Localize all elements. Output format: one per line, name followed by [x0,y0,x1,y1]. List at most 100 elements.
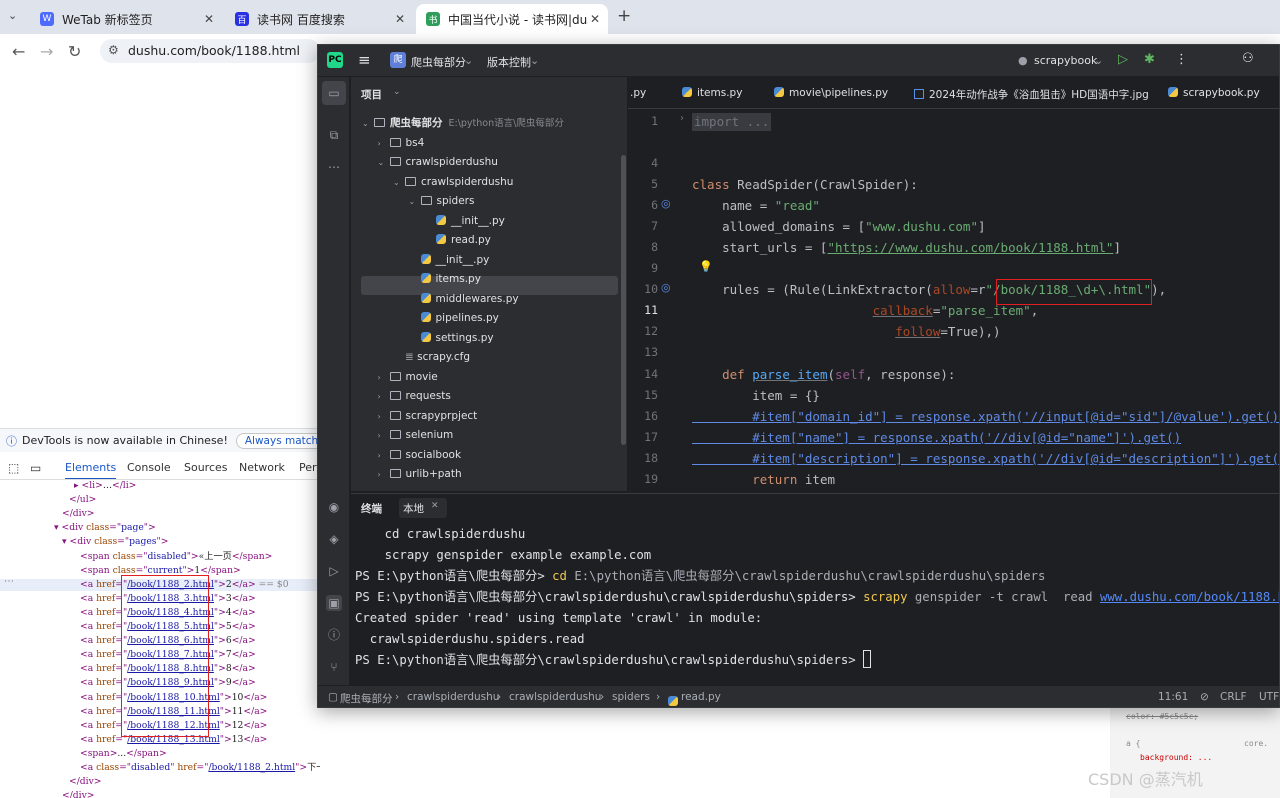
tab-sources[interactable]: Sources [184,461,228,474]
chevron-down-icon[interactable]: ⌄ [393,173,405,192]
main-menu-icon[interactable]: ≡ [358,51,371,69]
url-text[interactable]: dushu.com/book/1188.html [128,43,300,58]
browser-tab-baidu[interactable]: 百 读书网 百度搜索 ✕ [225,4,413,34]
tree-item[interactable]: __init__.py [409,251,489,270]
tree-item[interactable]: › socialbook [378,446,462,465]
node-menu-icon[interactable]: ⋯ [4,576,14,587]
problems-icon[interactable]: ⓘ [326,627,342,643]
close-icon[interactable]: ✕ [395,12,405,26]
breadcrumb-item[interactable]: read.py [681,691,721,703]
terminal-icon[interactable]: ▣ [326,595,342,611]
tree-item[interactable]: › requests [378,387,451,406]
tab-elements[interactable]: Elements [65,461,117,479]
dom-node[interactable]: ▾ <div class="pages"> [62,536,168,548]
chevron-right-icon[interactable]: › [378,426,390,445]
tree-item[interactable]: › scrapyprpject [378,407,478,426]
dom-node[interactable]: </ul> [69,494,96,506]
readonly-icon[interactable]: ⊘ [1200,691,1209,703]
override-icon[interactable]: ◎ [661,281,671,294]
tree-item[interactable]: › bs4 [378,134,425,153]
project-name-dropdown[interactable]: 爬虫每部分 [411,54,466,70]
browser-tab-dushu[interactable]: 书 中国当代小说 - 读书网|dushu.c ✕ [416,4,608,34]
tree-item[interactable]: › selenium [378,426,454,445]
line-separator[interactable]: CRLF [1220,691,1247,703]
run-icon[interactable]: ▷ [1118,52,1128,67]
tab-local[interactable]: 本地 [403,501,424,516]
tab-network[interactable]: Network [239,461,285,474]
dom-node[interactable]: ▸ <li>…</li> [74,480,136,492]
add-user-icon[interactable]: ⚇ [1242,51,1254,66]
tree-item[interactable]: ⌄ crawlspiderdushu [393,173,513,192]
chevron-right-icon[interactable]: › [378,465,390,484]
editor-tab-items[interactable]: items.py [682,87,742,99]
tree-item[interactable]: __init__.py [424,212,505,231]
dom-node[interactable]: <span>...</span> [80,748,167,760]
tree-item[interactable]: ≣ scrapy.cfg [393,348,470,367]
device-toggle-icon[interactable]: ▭ [30,461,41,475]
debug-icon[interactable]: ✱ [1144,52,1155,67]
close-icon[interactable]: ✕ [204,12,214,26]
tab-search-icon[interactable]: ⌄ [8,9,17,22]
dom-node[interactable]: <span class="disabled">«上一页</span> [80,551,272,563]
git-icon[interactable]: ⑂ [326,659,342,675]
close-icon[interactable]: ✕ [590,12,600,26]
dom-node[interactable]: <a class="disabled" href="/book/1188_2.h… [80,762,320,774]
override-icon[interactable]: ◎ [661,197,671,210]
breadcrumb-item[interactable]: crawlspiderdushu [509,691,601,703]
forward-icon[interactable]: → [40,42,53,61]
dom-node[interactable]: </div> [69,776,102,788]
breadcrumb-item[interactable]: crawlspiderdushu [407,691,499,703]
editor-tab-pipelines[interactable]: movie\pipelines.py [774,87,888,99]
tree-item[interactable]: settings.py [409,329,494,348]
folder-icon[interactable]: ▭ [326,85,342,101]
run-config-dropdown[interactable]: scrapybook [1034,54,1097,67]
terminal-prompt[interactable]: PS E:\python语言\爬虫每部分\crawlspiderdushu\cr… [355,650,872,670]
cursor-position[interactable]: 11:61 [1158,691,1188,703]
tree-item[interactable]: read.py [424,231,491,250]
more-tools-icon[interactable]: ⋯ [326,159,342,175]
chevron-right-icon[interactable]: › [378,368,390,387]
new-tab-icon[interactable]: + [617,6,631,26]
inspect-icon[interactable]: ⬚ [8,461,19,475]
project-pane-title[interactable]: 项目 [361,87,382,102]
tree-item[interactable]: ⌄ spiders [409,192,475,211]
chevron-down-icon[interactable]: ⌄ [378,153,390,172]
tree-item[interactable]: › urlib+path [378,465,462,484]
dom-node[interactable]: </div> [62,790,95,798]
match-language-button[interactable]: Always match Chrome's [235,432,320,449]
reload-icon[interactable]: ↻ [68,42,81,61]
close-icon[interactable]: ✕ [431,501,439,511]
tree-item[interactable]: ⌄ 爬虫每部分 E:\python语言\爬虫每部分 [362,114,564,133]
chevron-down-icon[interactable]: ⌄ [362,114,374,133]
breadcrumb-item[interactable]: spiders [612,691,650,703]
fold-icon[interactable]: › [680,113,684,124]
code-editor[interactable]: import ... class ReadSpider(CrawlSpider)… [692,109,1279,491]
vcs-dropdown[interactable]: 版本控制 [487,54,531,70]
tab-console[interactable]: Console [127,461,171,474]
file-encoding[interactable]: UTF- [1259,691,1279,703]
tree-item[interactable]: items.py [409,270,481,289]
python-console-icon[interactable]: ◉ [326,499,342,515]
editor-tab-scrapybook[interactable]: scrapybook.py [1168,87,1260,99]
structure-icon[interactable]: ⧉ [326,127,342,143]
chevron-right-icon[interactable]: › [378,446,390,465]
tree-item[interactable]: › movie [378,368,438,387]
dom-node[interactable]: </div> [62,508,95,520]
project-scrollbar[interactable] [621,155,626,445]
terminal-title[interactable]: 终端 [361,501,382,516]
browser-tab-wetab[interactable]: W WeTab 新标签页 ✕ [30,4,222,34]
services-icon[interactable]: ▷ [326,563,342,579]
chevron-right-icon[interactable]: › [378,387,390,406]
chevron-right-icon[interactable]: › [378,407,390,426]
dom-node[interactable]: ▾ <div class="page"> [54,522,156,534]
more-icon[interactable]: ⋮ [1175,52,1188,67]
site-info-icon[interactable]: ⚙ [108,43,119,57]
editor-tab-read[interactable]: .py [630,87,646,99]
back-icon[interactable]: ← [12,42,25,61]
breadcrumb-item[interactable]: 爬虫每部分 [340,691,393,706]
chevron-right-icon[interactable]: › [378,134,390,153]
editor-tab-image[interactable]: 2024年动作战争《浴血狙击》HD国语中字.jpg [914,87,1149,102]
chevron-down-icon[interactable]: ⌄ [409,192,421,211]
tree-item[interactable]: pipelines.py [409,309,499,328]
tree-item[interactable]: ⌄ crawlspiderdushu [378,153,498,172]
